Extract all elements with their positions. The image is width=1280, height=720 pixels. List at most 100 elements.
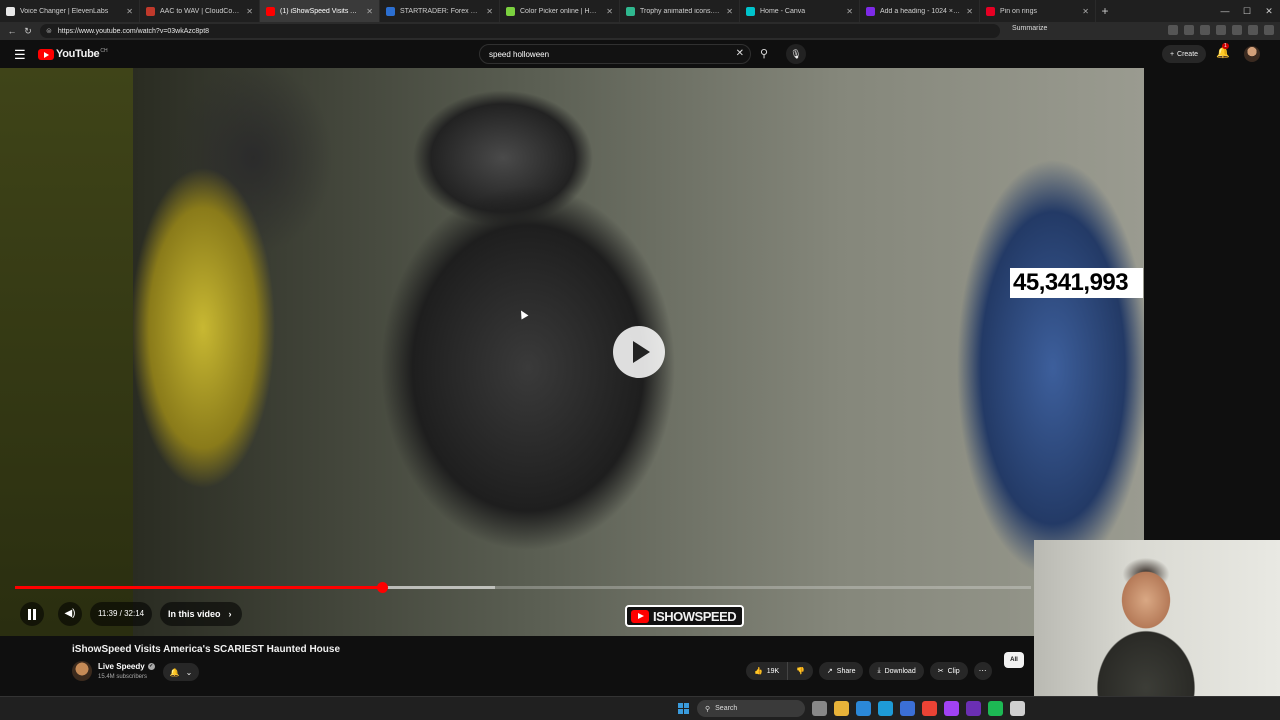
extension-icon[interactable] [1184,25,1194,35]
chevron-right-icon: › [228,609,232,619]
subscribed-notifications-button[interactable]: 🔔 ⌄ [163,663,199,681]
extension-icon[interactable] [1216,25,1226,35]
summarize-button[interactable]: Summarize [1012,25,1047,32]
browser-tab-active[interactable]: (1) iShowSpeed Visits Ameri ✕ [260,0,380,22]
taskbar-app-icon[interactable] [988,701,1003,716]
tab-favicon-icon [386,6,395,16]
new-tab-button[interactable]: + [1096,4,1114,18]
channel-name[interactable]: Live Speedy ✓ [98,662,155,671]
close-window-icon[interactable]: ✕ [1258,6,1280,17]
search-input[interactable]: speed holloween ✕ [479,44,751,64]
video-player[interactable]: 45,341,993 ISHOWSPEED ◀) 11:39 / 32:14 I… [0,68,1144,636]
start-button[interactable] [678,703,689,714]
tab-favicon-icon [506,6,515,16]
close-tab-icon[interactable]: ✕ [846,7,853,16]
share-icon: ↗ [826,668,833,675]
close-tab-icon[interactable]: ✕ [606,7,613,16]
close-tab-icon[interactable]: ✕ [486,7,493,16]
channel-avatar[interactable] [72,661,92,681]
extension-icon[interactable] [1232,25,1242,35]
url-field[interactable]: ⊜ https://www.youtube.com/watch?v=03wkAzc… [40,24,1000,38]
taskbar-app-icon[interactable] [922,701,937,716]
progress-bar[interactable] [15,582,1031,593]
browser-tab[interactable]: Home - Canva ✕ [740,0,860,22]
taskbar-app-icon[interactable] [812,701,827,716]
taskbar-app-icon[interactable] [944,701,959,716]
reload-icon[interactable]: ↻ [20,26,36,37]
volume-button[interactable]: ◀) [58,602,82,626]
clip-button[interactable]: ✂ Clip [929,662,968,680]
youtube-logo[interactable]: YouTube CH [38,48,108,60]
profile-icon[interactable] [1248,25,1258,35]
back-icon[interactable]: ← [4,26,20,36]
hamburger-menu-icon[interactable]: ☰ [14,47,26,63]
voice-search-button[interactable]: 🎙 [786,44,806,64]
taskbar-app-icon[interactable] [1010,701,1025,716]
taskbar-app-icon[interactable] [900,701,915,716]
microphone-icon: 🎙 [790,49,802,59]
close-tab-icon[interactable]: ✕ [126,7,133,16]
taskbar-app-icon[interactable] [878,701,893,716]
browser-tab[interactable]: Voice Changer | ElevenLabs ✕ [0,0,140,22]
taskbar-app-icons [812,701,1025,716]
more-actions-button[interactable]: ⋯ [973,662,992,680]
close-tab-icon[interactable]: ✕ [1082,7,1089,16]
browser-tab[interactable]: Add a heading - 1024 × 1024px✕ [860,0,980,22]
account-avatar[interactable] [1244,46,1260,62]
thumbs-up-icon: 👍 [754,668,763,675]
browser-tab[interactable]: Pin on rings ✕ [980,0,1096,22]
maximize-icon[interactable]: ☐ [1236,6,1258,17]
browser-tab[interactable]: AAC to WAV | CloudConvert ✕ [140,0,260,22]
like-button[interactable]: 👍 19K [746,662,789,680]
more-icon: ⋯ [978,666,987,675]
extension-icon[interactable] [1168,25,1178,35]
create-button[interactable]: + Create [1162,45,1206,63]
close-tab-icon[interactable]: ✕ [246,7,253,16]
tab-favicon-icon [626,6,635,16]
browser-tab[interactable]: STARTRADER: Forex & CFD Tradi✕ [380,0,500,22]
chapters-button[interactable]: In this video › [160,602,242,626]
minimize-icon[interactable]: — [1214,6,1236,16]
close-tab-icon[interactable]: ✕ [366,7,373,16]
extension-icon[interactable] [1200,25,1210,35]
browser-tab-bar: Voice Changer | ElevenLabs ✕ AAC to WAV |… [0,0,1280,22]
player-controls: ◀) 11:39 / 32:14 In this video › [0,596,1144,630]
plus-icon: + [1169,50,1175,58]
tab-favicon-icon [986,6,995,16]
scrubber-handle[interactable] [377,582,389,593]
video-actions: 👍 19K 👎 ↗ Share ⤓ Download ✂ Clip ⋯ [746,662,992,680]
youtube-header: ☰ YouTube CH speed holloween ✕ ⚲ 🎙 + Crea… [0,40,1280,68]
close-tab-icon[interactable]: ✕ [726,7,733,16]
video-title: iShowSpeed Visits America's SCARIEST Hau… [72,644,341,655]
browser-tab[interactable]: Color Picker online | HEX Colo✕ [500,0,620,22]
played-bar [15,586,383,589]
tab-favicon-icon [866,6,875,16]
taskbar-search[interactable]: ⚲ Search [697,700,805,717]
browser-tab[interactable]: Trophy animated icons. Downlo✕ [620,0,740,22]
clear-search-icon[interactable]: ✕ [736,48,744,59]
dislike-button[interactable]: 👎 [788,662,813,680]
taskbar-app-icon[interactable] [966,701,981,716]
taskbar-app-icon[interactable] [856,701,871,716]
close-tab-icon[interactable]: ✕ [966,7,973,16]
video-frame-left-margin [0,68,133,636]
webcam-overlay [1034,540,1280,696]
overlay-counter-text: 45,341,993 [1010,268,1143,298]
large-play-icon[interactable] [613,326,665,378]
scissors-icon: ✂ [937,668,944,675]
search-icon: ⚲ [705,705,711,713]
site-info-icon[interactable]: ⊜ [46,27,52,35]
taskbar-app-icon[interactable] [834,701,849,716]
window-controls: — ☐ ✕ [1214,0,1280,22]
notifications-button[interactable]: 🔔 1 [1216,43,1230,59]
download-button[interactable]: ⤓ Download [869,662,924,680]
tab-favicon-icon [146,6,155,16]
speaker-icon: ◀) [64,608,76,619]
pause-button[interactable] [20,602,44,626]
chevron-down-icon: ⌄ [185,667,193,677]
search-button[interactable]: ⚲ [752,44,776,64]
share-button[interactable]: ↗ Share [818,662,864,680]
bell-icon: 🔔 [169,667,180,677]
menu-icon[interactable] [1264,25,1274,35]
filter-chip-all[interactable]: All [1004,652,1024,668]
